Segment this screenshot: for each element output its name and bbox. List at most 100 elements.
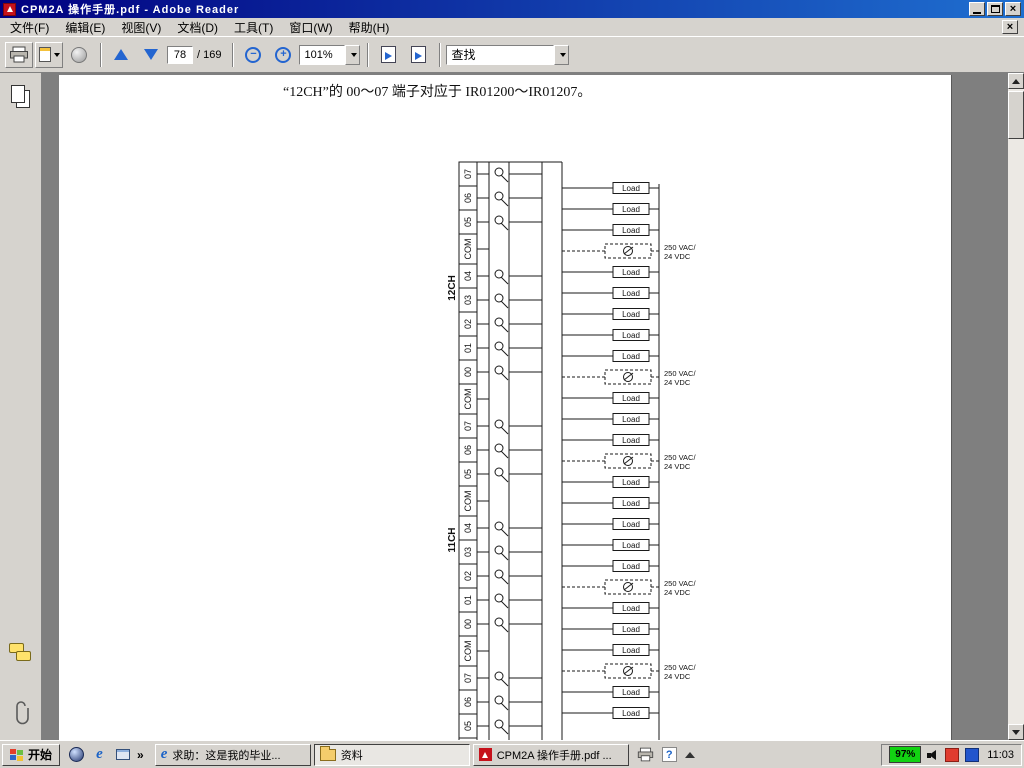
task-button-folder[interactable]: 资料 bbox=[314, 744, 470, 766]
contact-lever bbox=[501, 577, 508, 584]
start-button[interactable]: 开始 bbox=[2, 744, 60, 766]
restore-button[interactable] bbox=[987, 2, 1003, 16]
contact-symbol bbox=[495, 216, 503, 224]
fit-width-icon bbox=[381, 46, 396, 63]
battery-indicator[interactable]: 97% bbox=[889, 746, 921, 763]
tray-icon-red[interactable] bbox=[945, 748, 959, 762]
terminal-label: 02 bbox=[463, 571, 473, 581]
contact-lever bbox=[501, 553, 508, 560]
pdf-glyph bbox=[7, 6, 13, 12]
dropdown-arrow-icon bbox=[560, 53, 566, 57]
load-label: Load bbox=[622, 688, 640, 697]
contact-lever bbox=[501, 727, 508, 734]
task-button-forum[interactable]: e 求助：这是我的毕业... bbox=[155, 744, 311, 766]
terminal-label: 04 bbox=[463, 523, 473, 533]
minimize-button[interactable] bbox=[969, 2, 985, 16]
voltage-label: 250 VAC/ bbox=[664, 243, 696, 252]
menu-help[interactable]: 帮助(H) bbox=[341, 17, 398, 38]
title-bar[interactable]: CPM2A 操作手册.pdf - Adobe Reader × bbox=[0, 0, 1024, 18]
menu-view[interactable]: 视图(V) bbox=[113, 17, 169, 38]
toolbar-separator bbox=[439, 43, 441, 67]
task-button-pdf[interactable]: CPM2A 操作手册.pdf ... bbox=[473, 744, 629, 766]
vertical-scrollbar[interactable] bbox=[1007, 73, 1024, 740]
zoom-level-box[interactable]: 101% bbox=[299, 45, 345, 65]
terminal-label: COM bbox=[463, 389, 473, 410]
speaker-icon[interactable] bbox=[927, 749, 939, 761]
fit-page-button[interactable] bbox=[404, 42, 432, 68]
scrollbar-thumb[interactable] bbox=[1008, 91, 1024, 139]
hand-tool-icon bbox=[71, 47, 87, 63]
contact-symbol bbox=[495, 270, 503, 278]
voltage-label: 24 VDC bbox=[664, 462, 691, 471]
contact-symbol bbox=[495, 468, 503, 476]
load-label: Load bbox=[622, 205, 640, 214]
main-area: “12CH”的 00～07 端子对应于 IR01200～IR01207。 070… bbox=[0, 73, 1024, 740]
find-input[interactable] bbox=[446, 45, 554, 65]
next-page-button[interactable] bbox=[137, 42, 165, 68]
quick-launch-overflow-chevron[interactable]: » bbox=[137, 748, 144, 762]
dropdown-arrow-icon bbox=[54, 53, 60, 57]
terminal-label: 02 bbox=[463, 319, 473, 329]
media-player-button[interactable] bbox=[68, 746, 85, 763]
menu-tools[interactable]: 工具(T) bbox=[226, 17, 281, 38]
windows-logo-icon bbox=[10, 749, 24, 761]
menu-edit[interactable]: 编辑(E) bbox=[57, 17, 113, 38]
attachments-panel-button[interactable] bbox=[8, 698, 34, 726]
contact-symbol bbox=[495, 342, 503, 350]
show-desktop-button[interactable] bbox=[114, 746, 131, 763]
start-label: 开始 bbox=[28, 746, 52, 763]
close-button[interactable]: × bbox=[1005, 2, 1021, 16]
comments-panel-button[interactable] bbox=[8, 640, 34, 668]
pages-panel-button[interactable] bbox=[8, 83, 34, 111]
contact-lever bbox=[501, 625, 508, 632]
adobe-reader-icon bbox=[3, 3, 16, 16]
contact-lever bbox=[501, 679, 508, 686]
scroll-up-button[interactable] bbox=[1008, 73, 1024, 89]
load-label: Load bbox=[622, 352, 640, 361]
menu-document[interactable]: 文档(D) bbox=[169, 17, 226, 38]
zoom-in-button[interactable]: + bbox=[269, 42, 297, 68]
contact-symbol bbox=[495, 720, 503, 728]
tray-icon-blue[interactable] bbox=[965, 748, 979, 762]
page-number-input[interactable] bbox=[167, 46, 193, 64]
taskbar-clock[interactable]: 11:03 bbox=[985, 749, 1014, 761]
menu-window[interactable]: 窗口(W) bbox=[281, 17, 340, 38]
contact-lever bbox=[501, 301, 508, 308]
zoom-out-button[interactable]: − bbox=[239, 42, 267, 68]
hand-tool-button[interactable] bbox=[65, 42, 93, 68]
tray-printer-icon[interactable] bbox=[637, 747, 654, 762]
terminal-label: 00 bbox=[463, 619, 473, 629]
print-button[interactable] bbox=[5, 42, 33, 68]
quick-launch-bar: e » bbox=[60, 746, 152, 763]
hide-icons-chevron[interactable] bbox=[685, 752, 695, 758]
dropdown-arrow-icon bbox=[351, 53, 357, 57]
contact-lever bbox=[501, 223, 508, 230]
scroll-down-button[interactable] bbox=[1008, 724, 1024, 740]
voltage-label: 250 VAC/ bbox=[664, 369, 696, 378]
toolbar-separator bbox=[367, 43, 369, 67]
terminal-label: 07 bbox=[463, 673, 473, 683]
voltage-label: 250 VAC/ bbox=[664, 663, 696, 672]
contact-symbol bbox=[495, 570, 503, 578]
show-desktop-icon bbox=[116, 749, 130, 760]
fit-width-button[interactable] bbox=[374, 42, 402, 68]
document-area[interactable]: “12CH”的 00～07 端子对应于 IR01200～IR01207。 070… bbox=[42, 73, 1007, 740]
internet-explorer-button[interactable]: e bbox=[91, 746, 108, 763]
zoom-dropdown-button[interactable] bbox=[345, 45, 360, 65]
paperclip-icon bbox=[13, 699, 29, 725]
menubar-close-button[interactable]: × bbox=[1002, 20, 1018, 34]
taskbar: 开始 e » e 求助：这是我的毕业... 资料 CPM2A 操作手册.pdf … bbox=[0, 740, 1024, 768]
contact-symbol bbox=[495, 420, 503, 428]
load-label: Load bbox=[622, 394, 640, 403]
contact-lever bbox=[501, 199, 508, 206]
contact-lever bbox=[501, 427, 508, 434]
menu-file[interactable]: 文件(F) bbox=[2, 17, 57, 38]
find-dropdown-button[interactable] bbox=[554, 45, 569, 65]
contact-symbol bbox=[495, 546, 503, 554]
load-label: Load bbox=[622, 562, 640, 571]
window-title: CPM2A 操作手册.pdf - Adobe Reader bbox=[21, 1, 967, 17]
save-copy-button[interactable] bbox=[35, 42, 63, 68]
previous-page-button[interactable] bbox=[107, 42, 135, 68]
load-label: Load bbox=[622, 520, 640, 529]
help-icon[interactable]: ? bbox=[662, 747, 677, 762]
